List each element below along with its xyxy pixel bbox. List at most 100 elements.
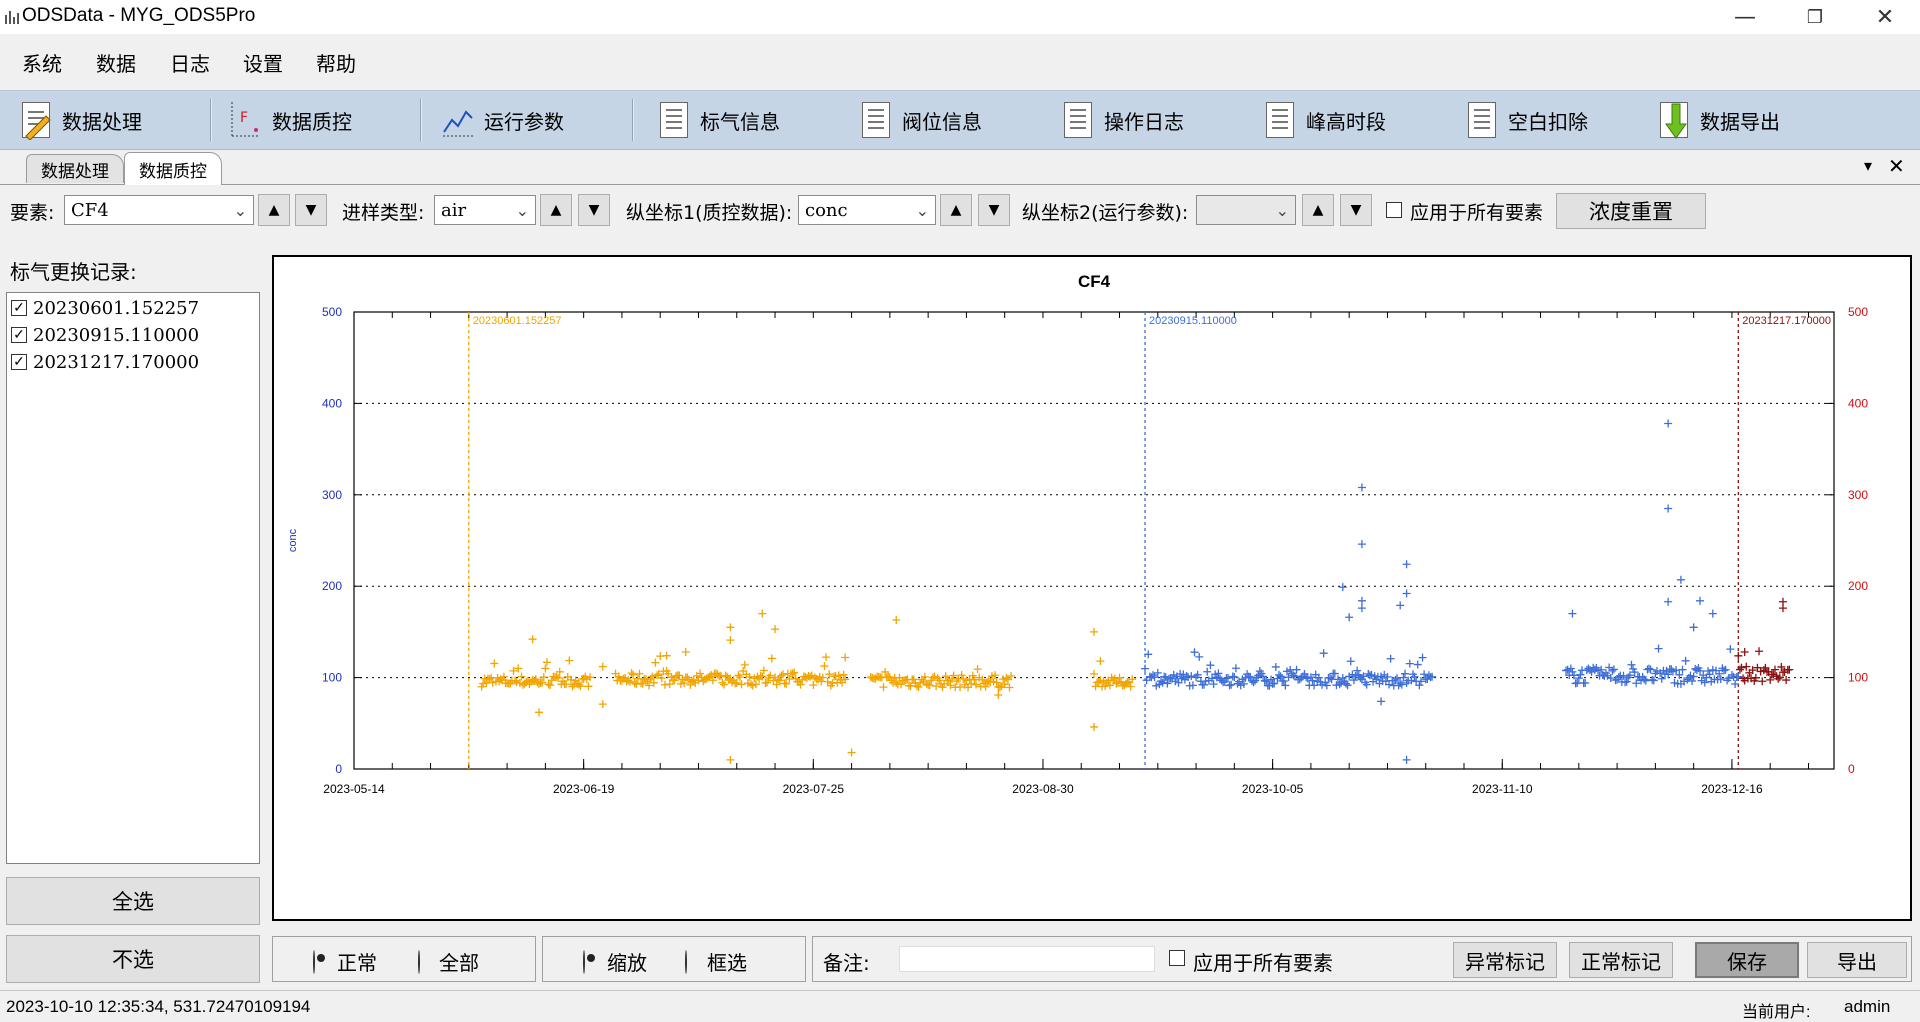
data-point[interactable] [1402,560,1411,569]
tool-data-processing[interactable]: 数据处理 [18,97,142,143]
data-point[interactable] [820,662,829,671]
tool-valve-info[interactable]: 阀位信息 [858,97,982,143]
data-point[interactable] [1734,672,1743,681]
data-point[interactable] [973,665,982,674]
tool-peak-period[interactable]: 峰高时段 [1262,97,1386,143]
data-point[interactable] [1190,648,1199,657]
data-point[interactable] [1386,654,1395,663]
remark-input[interactable] [899,946,1155,972]
data-point[interactable] [1576,670,1585,679]
restore-button[interactable]: ❐ [1780,0,1850,34]
sample-type-select[interactable]: air ⌄ [434,195,536,225]
data-point[interactable] [1405,659,1414,668]
tool-blank-deduction[interactable]: 空白扣除 [1464,97,1588,143]
list-item[interactable]: ✓ 20231217.170000 [11,349,199,375]
reset-concentration-button[interactable]: 浓度重置 [1556,193,1706,229]
data-point[interactable] [758,609,767,618]
sample-next-button[interactable]: ▼ [578,194,610,226]
data-point[interactable] [1402,589,1411,598]
y1-prev-button[interactable]: ▲ [940,194,972,226]
data-point[interactable] [584,682,593,691]
tab-data-processing[interactable]: 数据处理 [26,154,124,183]
data-point[interactable] [1740,648,1749,657]
data-point[interactable] [1357,540,1366,549]
element-prev-button[interactable]: ▲ [258,194,290,226]
data-point[interactable] [1681,656,1690,665]
data-point[interactable] [1345,613,1354,622]
data-point[interactable] [1144,650,1153,659]
radio-box-select[interactable] [685,950,687,974]
data-point[interactable] [1319,649,1328,658]
data-point[interactable] [734,671,743,680]
qc-chart[interactable]: CF4 conc 0 0 100 100 200 200 300 300 400 400 500 500 2… [274,257,1910,919]
data-point[interactable] [1568,609,1577,618]
data-point[interactable] [542,658,551,667]
data-point[interactable] [771,625,780,634]
element-select[interactable]: CF4 ⌄ [64,195,254,225]
save-button[interactable]: 保存 [1695,942,1799,978]
data-point[interactable] [1664,504,1673,513]
data-point[interactable] [517,672,526,681]
data-point[interactable] [1271,662,1280,671]
data-point[interactable] [1195,652,1204,661]
data-point[interactable] [1778,604,1787,613]
tab-data-qc[interactable]: 数据质控 [124,152,222,185]
checkbox-checked-icon[interactable]: ✓ [11,300,27,316]
data-point[interactable] [726,623,735,632]
data-point[interactable] [1645,664,1653,673]
tool-operation-log[interactable]: 操作日志 [1060,97,1184,143]
data-point[interactable] [1090,627,1098,636]
y1-next-button[interactable]: ▼ [978,194,1010,226]
data-point[interactable] [1413,660,1422,669]
data-point[interactable] [651,658,660,667]
data-point[interactable] [1708,609,1717,618]
data-point[interactable] [847,748,856,757]
apply-all-remark-checkbox[interactable] [1169,950,1185,966]
data-point[interactable] [1357,596,1366,605]
sample-prev-button[interactable]: ▲ [540,194,572,226]
data-point[interactable] [1581,679,1590,687]
tool-data-qc[interactable]: F 数据质控 [228,97,352,143]
data-point[interactable] [1654,644,1663,653]
data-point[interactable] [1377,697,1386,706]
data-point[interactable] [879,683,888,692]
apply-all-checkbox[interactable] [1386,202,1402,218]
data-point[interactable] [1664,597,1673,606]
data-point[interactable] [767,654,776,663]
data-point[interactable] [1353,666,1362,675]
list-item[interactable]: ✓ 20230601.152257 [11,295,199,321]
data-point[interactable] [1676,575,1685,584]
y2-prev-button[interactable]: ▲ [1302,194,1334,226]
tab-list-dropdown-icon[interactable]: ▾ [1864,156,1872,175]
data-point[interactable] [1737,663,1746,672]
menu-help[interactable]: 帮助 [316,48,356,77]
y2-select[interactable]: ⌄ [1196,195,1296,225]
data-point[interactable] [763,678,772,687]
radio-all[interactable] [418,950,420,974]
radio-normal[interactable] [313,950,315,974]
export-button[interactable]: 导出 [1807,942,1907,978]
data-point[interactable] [1627,660,1636,669]
data-point[interactable] [720,680,728,689]
data-point[interactable] [528,635,537,644]
list-item[interactable]: ✓ 20230915.110000 [11,322,199,348]
checkbox-checked-icon[interactable]: ✓ [11,354,27,370]
data-point[interactable] [1141,664,1150,673]
data-point[interactable] [627,669,636,678]
menu-system[interactable]: 系统 [22,48,62,77]
tab-close-icon[interactable]: ✕ [1888,154,1905,178]
data-point[interactable] [1090,669,1098,678]
data-point[interactable] [737,680,746,689]
checkbox-checked-icon[interactable]: ✓ [11,327,27,343]
data-point[interactable] [1090,722,1098,731]
data-point[interactable] [635,669,644,678]
normal-mark-button[interactable]: 正常标记 [1569,942,1673,978]
tool-standard-gas[interactable]: 标气信息 [656,97,780,143]
tool-run-params[interactable]: 运行参数 [440,97,564,143]
data-point[interactable] [892,616,901,625]
data-point[interactable] [1357,483,1366,492]
data-point[interactable] [565,656,574,665]
data-point[interactable] [1418,653,1427,662]
data-point[interactable] [726,636,735,645]
menu-data[interactable]: 数据 [96,48,136,77]
